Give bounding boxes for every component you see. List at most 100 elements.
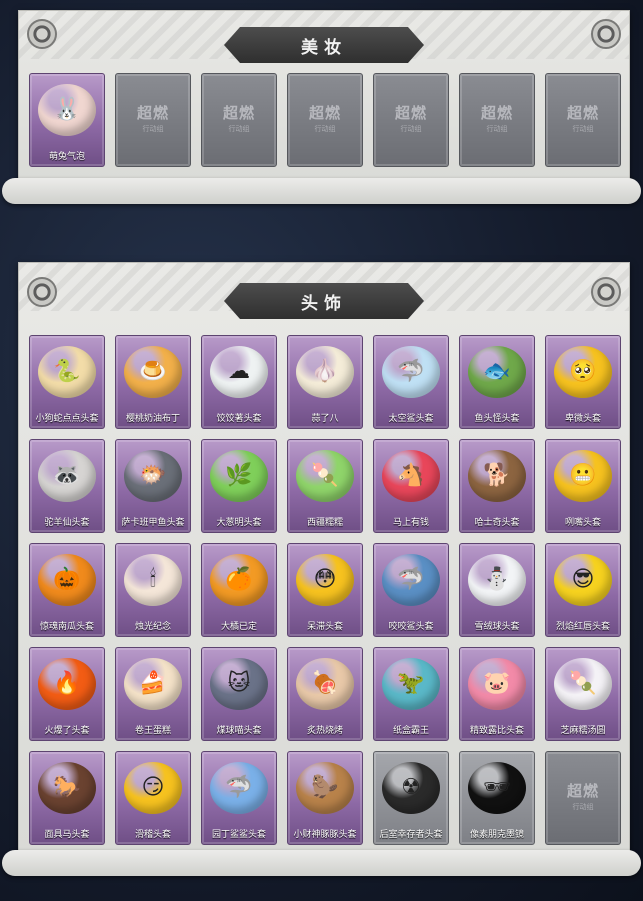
item-card[interactable]: 🕶 像素朋克墨镜 — [459, 751, 535, 845]
item-label: 驼羊仙头套 — [44, 518, 90, 528]
item-card[interactable]: 😎 烈焰红唇头套 — [545, 543, 621, 637]
item-card[interactable]: 🦈 咬咬鲨头套 — [373, 543, 449, 637]
item-label: 马上有钱 — [392, 518, 429, 528]
item-card[interactable]: 🎃 惊魂南瓜头套 — [29, 543, 105, 637]
item-label: 园丁鲨鲨头套 — [211, 830, 266, 840]
locked-item-card[interactable]: 超燃 行动组 — [287, 73, 363, 167]
horse-mask-head-icon: 🐎 — [37, 758, 97, 818]
item-label: 烛光纪念 — [134, 622, 171, 632]
item-card[interactable]: 🐍 小狗蛇点点头套 — [29, 335, 105, 429]
item-label: 炙热烧烤 — [306, 726, 343, 736]
item-card[interactable]: 🦫 小财神豚豚头套 — [287, 751, 363, 845]
item-card[interactable]: 🔥 火爆了头套 — [29, 647, 105, 741]
funny-emoji-head-icon: 😏 — [123, 758, 183, 818]
gardener-shark-head-icon: 🦈 — [209, 758, 269, 818]
locked-item-card[interactable]: 超燃 行动组 — [115, 73, 191, 167]
item-card[interactable]: 😳 呆滞头套 — [287, 543, 363, 637]
item-card[interactable]: ☢ 后室幸存者头套 — [373, 751, 449, 845]
locked-item-card[interactable]: 超燃 行动组 — [373, 73, 449, 167]
item-label: 滑稽头套 — [134, 830, 171, 840]
item-card[interactable]: 🧄 蒜了八 — [287, 335, 363, 429]
item-card[interactable]: 🍊 大橘已定 — [201, 543, 277, 637]
item-card[interactable]: 🐕 哈士奇头套 — [459, 439, 535, 533]
item-label: 哈士奇头套 — [474, 518, 520, 528]
locked-placeholder-icon: 超燃 — [566, 104, 599, 122]
pumpkin-head-icon: 🎃 — [37, 550, 97, 610]
item-card[interactable]: 🍖 炙热烧烤 — [287, 647, 363, 741]
fire-head-icon: 🔥 — [37, 654, 97, 714]
item-card[interactable]: 🐱 煤球喵头套 — [201, 647, 277, 741]
locked-item-card[interactable]: 超燃 行动组 — [545, 751, 621, 845]
locked-placeholder-subtitle: 行动组 — [142, 125, 164, 133]
scroll-bottom-edge — [2, 178, 641, 204]
locked-placeholder-icon: 超燃 — [566, 782, 599, 800]
item-card[interactable]: 🐷 精致露比头套 — [459, 647, 535, 741]
husky-head-icon: 🐕 — [467, 446, 527, 506]
dog-snake-head-icon: 🐍 — [37, 342, 97, 402]
item-card[interactable]: 🍡 西疆糯糯 — [287, 439, 363, 533]
humble-emoji-head-icon: 🥺 — [553, 342, 613, 402]
item-card[interactable]: 🌿 大葱明头套 — [201, 439, 277, 533]
locked-placeholder-icon: 超燃 — [394, 104, 427, 122]
item-card[interactable]: 🦈 园丁鲨鲨头套 — [201, 751, 277, 845]
item-card[interactable]: 🥺 卑微头套 — [545, 335, 621, 429]
item-label: 咧嘴头套 — [564, 518, 601, 528]
locked-placeholder-subtitle: 行动组 — [314, 125, 336, 133]
locked-placeholder-icon: 超燃 — [308, 104, 341, 122]
locked-item-card[interactable]: 超燃 行动组 — [459, 73, 535, 167]
item-label: 蒜了八 — [311, 414, 339, 424]
item-label: 惊魂南瓜头套 — [39, 622, 94, 632]
item-card[interactable]: 🐎 面具马头套 — [29, 751, 105, 845]
item-label: 煤球喵头套 — [216, 726, 262, 736]
item-card[interactable]: 🦈 太空鲨头套 — [373, 335, 449, 429]
bunny-bubble-icon: 🐰 — [37, 80, 97, 140]
locked-item-card[interactable]: 超燃 行动组 — [201, 73, 277, 167]
locked-placeholder-subtitle: 行动组 — [228, 125, 250, 133]
headwear-grid: 🐍 小狗蛇点点头套 🍮 樱桃奶油布丁 ☁ 饺饺著头套 🧄 蒜了八 🦈 太空鲨头套 🐟 鱼头怪头套 🥺 卑微… — [29, 335, 621, 845]
section-title: 美妆 — [224, 27, 424, 63]
item-card[interactable]: 🕯 烛光纪念 — [115, 543, 191, 637]
item-label: 西疆糯糯 — [306, 518, 343, 528]
item-label: 太空鲨头套 — [388, 414, 434, 424]
item-card[interactable]: 🍰 卷王蛋糕 — [115, 647, 191, 741]
green-mochi-head-icon: 🍡 — [295, 446, 355, 506]
item-label: 萌兔气泡 — [48, 152, 85, 162]
item-card[interactable]: 🍮 樱桃奶油布丁 — [115, 335, 191, 429]
item-label: 像素朋克墨镜 — [469, 830, 524, 840]
item-card[interactable]: 🦖 纸盒霸王 — [373, 647, 449, 741]
locked-placeholder-icon: 超燃 — [136, 104, 169, 122]
item-card[interactable]: 😬 咧嘴头套 — [545, 439, 621, 533]
locked-placeholder-subtitle: 行动组 — [572, 803, 594, 811]
item-card[interactable]: ⛄ 雪绒球头套 — [459, 543, 535, 637]
makeup-panel: 美妆 🐰 萌兔气泡 超燃 行动组 超燃 行动组 超燃 行动组 超燃 行动组 超燃 行动组 超燃 行动组 — [18, 10, 630, 192]
locked-placeholder-subtitle: 行动组 — [486, 125, 508, 133]
capybara-head-icon: 🦫 — [295, 758, 355, 818]
gas-mask-head-icon: ☢ — [381, 758, 441, 818]
locked-item-card[interactable]: 超燃 行动组 — [545, 73, 621, 167]
scroll-bottom-edge — [2, 850, 641, 876]
item-label: 大橘已定 — [220, 622, 257, 632]
corner-ornament-icon — [27, 277, 57, 307]
item-card[interactable]: 😏 滑稽头套 — [115, 751, 191, 845]
cloud-head-icon: ☁ — [209, 342, 269, 402]
item-label: 鱼头怪头套 — [474, 414, 520, 424]
item-label: 烈焰红唇头套 — [555, 622, 610, 632]
roll-cake-head-icon: 🍰 — [123, 654, 183, 714]
garlic-head-icon: 🧄 — [295, 342, 355, 402]
candle-head-icon: 🕯 — [123, 550, 183, 610]
item-card[interactable]: ☁ 饺饺著头套 — [201, 335, 277, 429]
dazed-emoji-head-icon: 😳 — [295, 550, 355, 610]
item-card[interactable]: 🐴 马上有钱 — [373, 439, 449, 533]
item-card[interactable]: 🐰 萌兔气泡 — [29, 73, 105, 167]
item-card[interactable]: 🦝 驼羊仙头套 — [29, 439, 105, 533]
locked-placeholder-icon: 超燃 — [480, 104, 513, 122]
item-card[interactable]: 🐡 萨卡班甲鱼头套 — [115, 439, 191, 533]
item-label: 小狗蛇点点头套 — [35, 414, 99, 424]
item-card[interactable]: 🐟 鱼头怪头套 — [459, 335, 535, 429]
locked-placeholder-icon: 超燃 — [222, 104, 255, 122]
item-label: 卷王蛋糕 — [134, 726, 171, 736]
corner-ornament-icon — [591, 277, 621, 307]
item-label: 精致露比头套 — [469, 726, 524, 736]
item-card[interactable]: 🍡 芝麻糯汤圆 — [545, 647, 621, 741]
item-label: 呆滞头套 — [306, 622, 343, 632]
